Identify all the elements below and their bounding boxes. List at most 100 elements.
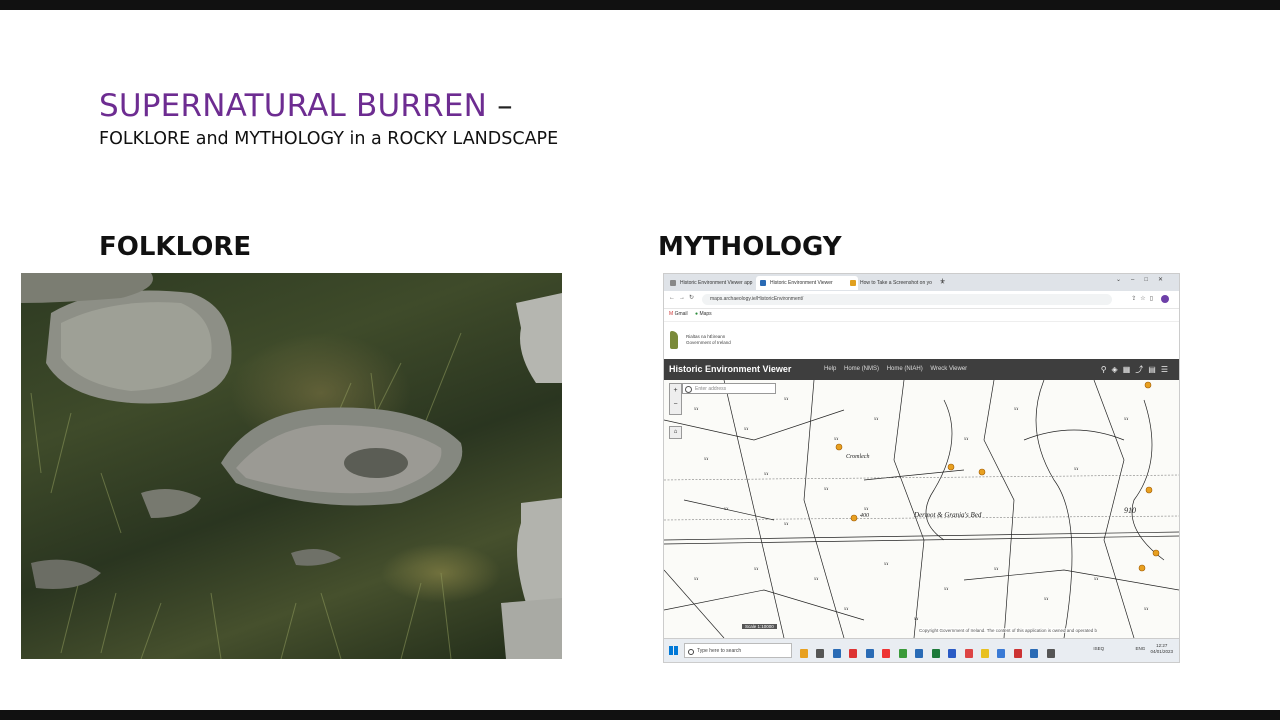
svg-text:ɤɤ: ɤɤ bbox=[764, 472, 769, 477]
svg-text:ɤɤ: ɤɤ bbox=[754, 567, 759, 572]
app-icon[interactable] bbox=[964, 649, 973, 658]
tray-ticker: ISEQ bbox=[1093, 646, 1105, 651]
tray-time: 12:27 bbox=[1156, 643, 1168, 648]
map-label-bed: Dermot & Grania's Bed bbox=[914, 511, 982, 519]
svg-text:ɤɤ: ɤɤ bbox=[814, 577, 819, 582]
new-tab-icon[interactable]: + bbox=[940, 276, 945, 286]
svg-text:ɤɤ: ɤɤ bbox=[724, 507, 729, 512]
app-icon[interactable] bbox=[1046, 649, 1055, 658]
heading-mythology: MYTHOLOGY bbox=[658, 232, 842, 262]
map-label-cromlech: Cromlech bbox=[846, 454, 870, 460]
zoom-control[interactable]: + − bbox=[669, 383, 682, 415]
map-elevation-400: 400 bbox=[860, 513, 869, 519]
presentation-slide: SUPERNATURAL BURREN – FOLKLORE and MYTHO… bbox=[0, 10, 1280, 710]
taskbar-search-placeholder: Type here to search bbox=[697, 648, 742, 654]
home-icon[interactable]: ⌂ bbox=[669, 426, 682, 439]
search-icon bbox=[685, 386, 692, 393]
bookmarks-bar: M Gmail ● Maps bbox=[664, 308, 1179, 321]
viewer-title: Historic Environment Viewer bbox=[669, 364, 792, 374]
map-search-placeholder: Enter address bbox=[695, 386, 727, 392]
browser-tab[interactable]: Historic Environment Viewer app ✕ bbox=[666, 276, 768, 290]
slide-title-dash: – bbox=[497, 88, 513, 124]
historic-map[interactable]: ɤɤ ɤɤ ɤɤ ɤɤ ɤɤ ɤɤ ɤɤ ɤɤ ɤɤ ɤɤ ɤɤ ɤɤ ɤɤ ɤɤ ɤɤ ɤɤ ɤɤ ɤ… bbox=[664, 380, 1179, 638]
map-drawing: ɤɤ ɤɤ ɤɤ ɤɤ ɤɤ ɤɤ ɤɤ ɤɤ ɤɤ ɤɤ ɤɤ ɤɤ ɤɤ ɤɤ ɤɤ ɤɤ ɤɤ ɤ… bbox=[664, 380, 1179, 638]
slide-title-main: SUPERNATURAL BURREN bbox=[99, 88, 488, 124]
search-icon bbox=[688, 649, 694, 655]
taskbar-search[interactable]: Type here to search bbox=[684, 643, 792, 658]
edge-icon[interactable] bbox=[1030, 649, 1039, 658]
svg-text:ɤɤ: ɤɤ bbox=[744, 427, 749, 432]
tray-language: ENG bbox=[1135, 646, 1146, 651]
weather-icon[interactable] bbox=[800, 649, 808, 658]
svg-text:ɤɤ: ɤɤ bbox=[784, 522, 789, 527]
svg-text:ɤɤ: ɤɤ bbox=[874, 417, 879, 422]
browser-tab-bar: Historic Environment Viewer app ✕ Histor… bbox=[664, 274, 1179, 291]
app-icon[interactable] bbox=[997, 649, 1006, 658]
url-field[interactable]: maps.archaeology.ie/HistoricEnvironment/ bbox=[702, 294, 1112, 305]
app-icon[interactable] bbox=[931, 649, 940, 658]
address-bar: ←→↻ maps.archaeology.ie/HistoricEnvironm… bbox=[664, 291, 1179, 309]
government-logo-text: Rialtas na hÉireann Government of Irelan… bbox=[686, 334, 731, 346]
app-icon[interactable] bbox=[882, 649, 891, 658]
system-tray[interactable]: ISEQ ENG 12:27 04/01/2023 bbox=[1093, 643, 1173, 655]
nav-home-nms[interactable]: Home (NMS) bbox=[844, 366, 879, 372]
bookmark-maps[interactable]: Maps bbox=[699, 311, 711, 317]
app-icon[interactable] bbox=[948, 649, 957, 658]
svg-text:ɤɤ: ɤɤ bbox=[704, 457, 709, 462]
profile-avatar[interactable] bbox=[1161, 295, 1169, 303]
svg-text:ɤɤ: ɤɤ bbox=[914, 617, 919, 622]
svg-text:ɤɤ: ɤɤ bbox=[694, 577, 699, 582]
browser-action-icons[interactable]: ⇪☆▯ bbox=[1131, 295, 1157, 302]
heading-folklore: FOLKLORE bbox=[99, 232, 252, 262]
burren-rock-photo bbox=[21, 273, 562, 659]
svg-text:ɤɤ: ɤɤ bbox=[1144, 607, 1149, 612]
svg-text:ɤɤ: ɤɤ bbox=[1044, 597, 1049, 602]
gov-line-english: Government of Ireland bbox=[686, 340, 731, 345]
tab-label: How to Take a Screenshot on yo bbox=[860, 280, 932, 286]
rock-photo-art bbox=[21, 273, 562, 659]
map-address-search[interactable]: Enter address bbox=[682, 383, 776, 394]
app-icon[interactable] bbox=[832, 649, 841, 658]
svg-text:ɤɤ: ɤɤ bbox=[994, 567, 999, 572]
viewer-toolbar-icons[interactable]: ⚲◈▦⤴▤☰ bbox=[1101, 364, 1173, 375]
windows-start-icon[interactable] bbox=[669, 646, 678, 655]
nav-home-niah[interactable]: Home (NIAH) bbox=[887, 366, 923, 372]
app-icon[interactable] bbox=[915, 649, 924, 658]
browser-tab[interactable]: How to Take a Screenshot on yo ✕ bbox=[846, 276, 948, 290]
svg-text:ɤɤ: ɤɤ bbox=[1124, 417, 1129, 422]
slide-title: SUPERNATURAL BURREN – bbox=[99, 88, 513, 124]
task-view-icon[interactable] bbox=[816, 649, 825, 658]
browser-tab-active[interactable]: Historic Environment Viewer ✕ bbox=[756, 276, 858, 290]
nav-wreck-viewer[interactable]: Wreck Viewer bbox=[930, 366, 967, 372]
map-copyright: Copyright Government of Ireland. The con… bbox=[919, 628, 1098, 633]
svg-text:ɤɤ: ɤɤ bbox=[824, 487, 829, 492]
window-controls-icon[interactable]: ⌄–□✕ bbox=[1116, 276, 1173, 283]
nav-arrows-icon[interactable]: ←→↻ bbox=[669, 294, 698, 301]
bookmark-gmail[interactable]: Gmail bbox=[675, 311, 688, 317]
browser-screenshot: Historic Environment Viewer app ✕ Histor… bbox=[663, 273, 1180, 663]
tab-label: Historic Environment Viewer bbox=[770, 280, 833, 286]
nav-help[interactable]: Help bbox=[824, 366, 836, 372]
tray-date: 04/01/2023 bbox=[1150, 649, 1173, 654]
svg-text:ɤɤ: ɤɤ bbox=[1014, 407, 1019, 412]
svg-text:ɤɤ: ɤɤ bbox=[844, 607, 849, 612]
svg-text:ɤɤ: ɤɤ bbox=[1094, 577, 1099, 582]
windows-taskbar: Type here to search ISEQ ENG 12:27 04/01… bbox=[664, 638, 1179, 662]
svg-text:ɤɤ: ɤɤ bbox=[944, 587, 949, 592]
viewer-header-bar: Historic Environment Viewer Help Home (N… bbox=[664, 359, 1179, 380]
tab-label: Historic Environment Viewer app bbox=[680, 280, 753, 286]
site-header: Rialtas na hÉireann Government of Irelan… bbox=[664, 321, 1179, 360]
svg-text:ɤɤ: ɤɤ bbox=[964, 437, 969, 442]
svg-text:ɤɤ: ɤɤ bbox=[884, 562, 889, 567]
app-icon[interactable] bbox=[1013, 649, 1022, 658]
svg-text:ɤɤ: ɤɤ bbox=[784, 397, 789, 402]
chrome-icon[interactable] bbox=[898, 649, 907, 658]
maps-icon: ● bbox=[695, 311, 699, 317]
map-scale: Scale 1:10000 bbox=[742, 624, 777, 629]
app-icon[interactable] bbox=[865, 649, 874, 658]
svg-text:ɤɤ: ɤɤ bbox=[694, 407, 699, 412]
app-icon[interactable] bbox=[849, 649, 858, 658]
tab-favicon-icon bbox=[670, 280, 676, 286]
folder-icon[interactable] bbox=[980, 649, 989, 658]
tab-favicon-icon bbox=[760, 280, 766, 286]
